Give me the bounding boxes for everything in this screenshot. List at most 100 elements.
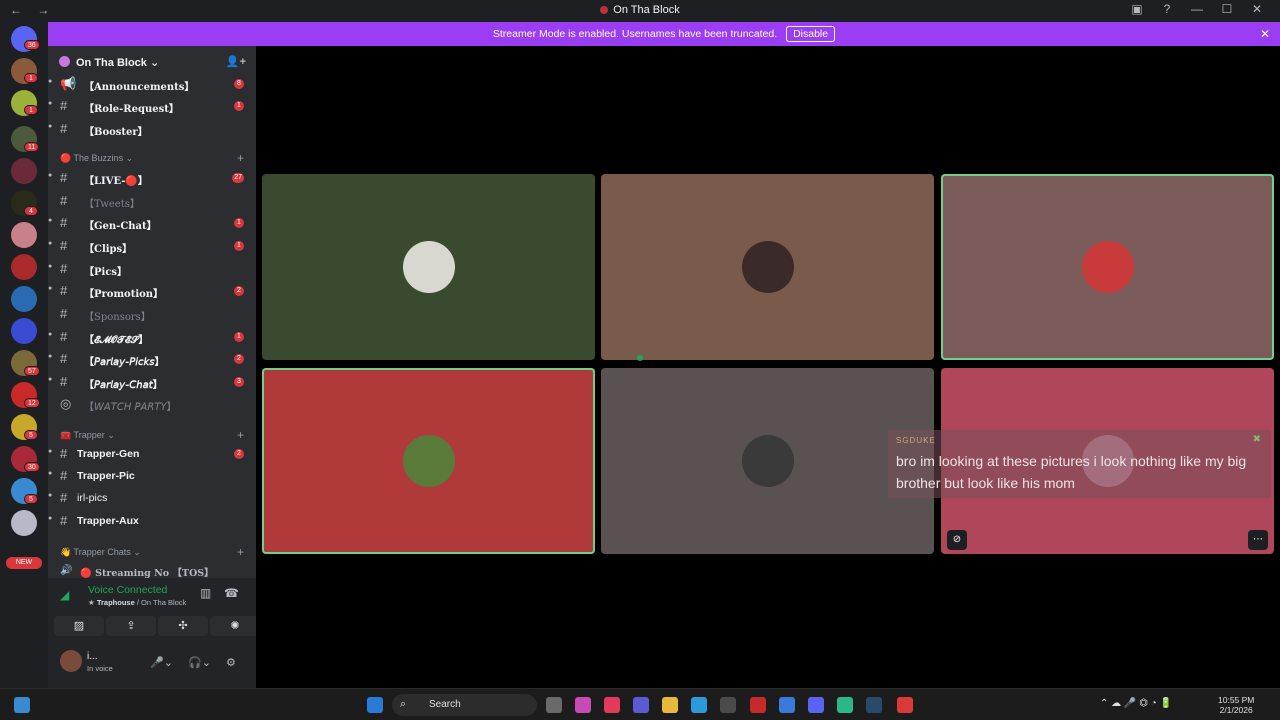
channel-item[interactable]: ● 📢 【Announcements】 8 — [48, 74, 256, 94]
category-header[interactable]: 🔴 The Buzzins ⌄ + — [60, 151, 250, 165]
steam-icon[interactable] — [866, 697, 882, 713]
screen-share-button[interactable]: ⇪ — [106, 616, 156, 636]
noise-suppression-icon[interactable]: ▥ — [200, 586, 211, 600]
channel-item[interactable]: ● # 【LIVE-🔴】 27 — [48, 168, 256, 188]
add-channel-icon[interactable]: + — [237, 151, 244, 165]
channel-item[interactable]: ● # 【Gen-Chat】 1 — [48, 213, 256, 233]
voice-call-grid: ⊘ ⋯ — [256, 46, 1280, 688]
channel-item[interactable]: ● # 【Pics】 — [48, 259, 256, 279]
close-banner-icon[interactable]: ✕ — [1260, 22, 1270, 46]
help-icon[interactable]: ? — [1152, 2, 1182, 16]
store-icon[interactable] — [720, 697, 736, 713]
pin-icon[interactable]: ✖ — [1253, 434, 1261, 445]
category-header[interactable]: 👋 Trapper Chats ⌄ + — [60, 545, 250, 559]
hash-icon: # — [60, 170, 68, 185]
voice-channel-name: Traphouse — [96, 598, 135, 607]
unread-dot-icon: ● — [48, 240, 53, 247]
add-channel-icon[interactable]: + — [237, 428, 244, 442]
new-servers-pill[interactable]: NEW — [6, 557, 42, 569]
signal-icon[interactable]: ◢ — [60, 588, 69, 602]
channel-item[interactable]: ● # 【𝘗𝘢𝘳𝘭𝘢𝘺-𝘗𝘪𝘤𝘬𝘴】 2 — [48, 349, 256, 369]
discord-icon[interactable] — [808, 697, 824, 713]
widgets-icon[interactable] — [14, 697, 30, 713]
channel-item[interactable]: ● # 【Booster】 — [48, 119, 256, 139]
music-icon[interactable] — [604, 697, 620, 713]
invite-people-icon[interactable]: 👤+ — [226, 55, 246, 68]
start-icon[interactable] — [367, 697, 383, 713]
participant-tile[interactable] — [941, 174, 1274, 360]
soundboard-button[interactable]: ✺ — [210, 616, 260, 636]
avatar[interactable] — [60, 650, 82, 672]
file-explorer-icon[interactable] — [662, 697, 678, 713]
participant-tile[interactable] — [601, 174, 934, 361]
channel-item[interactable]: ● # 【Clips】 1 — [48, 236, 256, 256]
channel-item[interactable]: ● # 【Role-Request】 1 — [48, 96, 256, 116]
edge-icon[interactable] — [691, 697, 707, 713]
speaking-dot-icon — [637, 355, 643, 361]
task-view-icon[interactable] — [546, 697, 562, 713]
channel-name: 【𝘗𝘢𝘳𝘭𝘢𝘺-𝘗𝘪𝘤𝘬𝘴】 — [84, 357, 165, 368]
channel-item[interactable]: ● # Trapper-Gen 2 — [48, 444, 256, 464]
maximize-button[interactable]: ☐ — [1212, 2, 1242, 16]
hash-icon: # — [60, 215, 68, 230]
server-avatar-icon — [59, 56, 70, 67]
clock[interactable]: 10:55 PM 2/1/2026 — [1218, 695, 1254, 715]
category-header[interactable]: 🧰 Trapper ⌄ + — [60, 428, 250, 442]
add-channel-icon[interactable]: + — [237, 545, 244, 559]
server-icon[interactable] — [11, 254, 37, 280]
app-icon[interactable] — [750, 697, 766, 713]
voice-channel-path: ★ Traphouse / On Tha Block — [88, 598, 187, 607]
hash-icon: # — [60, 351, 68, 366]
app-icon[interactable] — [897, 697, 913, 713]
channel-item[interactable]: ● # Trapper-Pic — [48, 466, 256, 486]
participant-avatar — [403, 435, 455, 487]
channel-name: 【𝘞𝘈𝘛𝘊𝘏 𝘗𝘈𝘙𝘛𝘠】 — [84, 402, 177, 413]
app-icon[interactable] — [779, 697, 795, 713]
channel-name: 【𝘗𝘢𝘳𝘭𝘢𝘺-𝘊𝘩𝘢𝘵】 — [84, 380, 163, 391]
minimize-button[interactable]: — — [1182, 2, 1212, 16]
server-icon[interactable] — [11, 510, 37, 536]
channel-item[interactable]: ● # 【𝓔𝓜𝓞𝓣𝓔𝓢】 1 — [48, 327, 256, 347]
more-options-icon[interactable]: ⋯ — [1248, 530, 1268, 550]
copilot-icon[interactable] — [575, 697, 591, 713]
participant-tile[interactable] — [262, 368, 595, 554]
search-input[interactable]: ⌕ Search — [392, 694, 537, 716]
announcement-icon: 📢 — [60, 76, 77, 91]
participant-tile[interactable] — [262, 174, 595, 360]
server-badge: 57 — [24, 366, 40, 376]
channel-name: 【Pics】 — [84, 267, 128, 278]
server-icon[interactable] — [11, 158, 37, 184]
system-tray[interactable]: ⌃ ☁ 🎤 ⏣ ◔ 🔋 — [1100, 698, 1172, 709]
disconnect-icon[interactable]: ☎ — [224, 586, 239, 600]
channel-item[interactable]: ● # irl-pics — [48, 488, 256, 508]
camera-off-icon[interactable]: ⊘ — [947, 530, 967, 550]
channel-item[interactable]: # 【Sponsors】 — [48, 304, 256, 324]
participant-tile[interactable] — [601, 368, 934, 554]
close-window-button[interactable]: ✕ — [1242, 2, 1272, 16]
channel-item[interactable]: ● # 【𝘗𝘢𝘳𝘭𝘢𝘺-𝘊𝘩𝘢𝘵】 3 — [48, 372, 256, 392]
server-badge: 5 — [24, 430, 38, 440]
camera-off-button[interactable]: ▨ — [54, 616, 104, 636]
user-status: In voice — [87, 664, 113, 673]
microphone-icon[interactable]: 🎤⌄ — [150, 656, 173, 669]
gear-icon[interactable]: ⚙ — [226, 656, 236, 669]
server-icon[interactable] — [11, 286, 37, 312]
channel-name: irl-pics — [77, 492, 108, 504]
inbox-icon[interactable]: ▣ — [1122, 2, 1152, 16]
teams-icon[interactable] — [633, 697, 649, 713]
server-icon[interactable] — [11, 318, 37, 344]
channel-name: 【Gen-Chat】 — [84, 221, 157, 232]
app-icon[interactable] — [837, 697, 853, 713]
channel-item[interactable]: ● # 【Promotion】 2 — [48, 281, 256, 301]
channel-item[interactable]: # 【Tweets】 — [48, 191, 256, 211]
unread-dot-icon: ● — [48, 353, 53, 360]
channel-item[interactable]: ◎ 【𝘞𝘈𝘛𝘊𝘏 𝘗𝘈𝘙𝘛𝘠】 — [48, 394, 256, 414]
activities-button[interactable]: ✣ — [158, 616, 208, 636]
channel-item[interactable]: ● # Trapper-Aux — [48, 511, 256, 531]
server-icon[interactable] — [11, 222, 37, 248]
voice-server-name: / On Tha Block — [136, 598, 187, 607]
disable-streamer-mode-button[interactable]: Disable — [786, 26, 836, 42]
channel-name: 【Role-Request】 — [84, 104, 179, 115]
unread-dot-icon: ● — [48, 492, 53, 499]
headphones-icon[interactable]: 🎧⌄ — [188, 656, 211, 669]
